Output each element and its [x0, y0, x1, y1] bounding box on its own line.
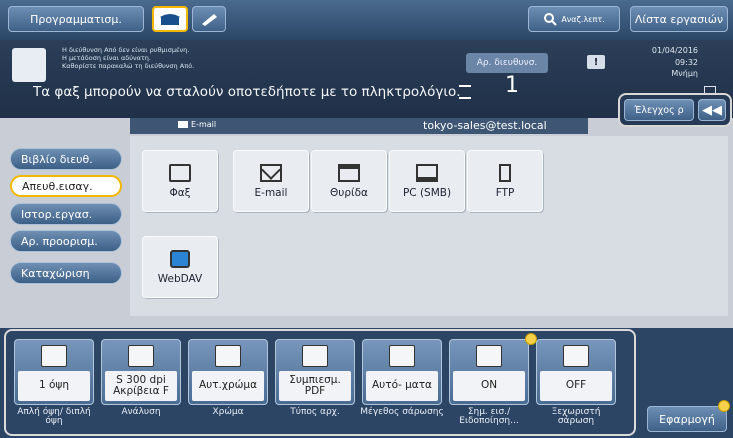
sidebar-item-direct-input[interactable]: Απευθ.εισαγ.	[10, 175, 122, 197]
fax-icon	[169, 163, 191, 182]
setting-value: Αυτό- ματα	[366, 371, 438, 401]
setting-value: Αυτ.χρώμα	[192, 371, 264, 401]
sidebar-item-register[interactable]: Καταχώριση	[10, 262, 122, 284]
setting-separate-scan[interactable]: OFF	[536, 339, 616, 405]
setting-caption: Ξεχωριστή σάρωση	[551, 407, 601, 427]
setting-resolution[interactable]: S 300 dpi Ακρίβεια F	[101, 339, 181, 405]
apply-button[interactable]: Εφαρμογή	[647, 406, 727, 432]
setting-value: S 300 dpi Ακρίβεια F	[105, 371, 177, 401]
search-icon	[544, 13, 558, 26]
check-settings-label: Έλεγχος ρ	[634, 104, 684, 116]
setting-caption: Τύπος αρχ.	[290, 407, 340, 417]
tile-user-box[interactable]: Θυρίδα	[311, 150, 387, 212]
quick-settings-group: 1 όψη Απλή όψη/ διπλή όψη S 300 dpi Ακρί…	[4, 329, 636, 436]
envelope-icon	[260, 163, 282, 182]
address-search-button[interactable]: Αναζ.λεπτ.	[528, 6, 620, 32]
job-list-label: Λίστα εργασιών	[634, 12, 724, 26]
tile-email[interactable]: E-mail	[233, 150, 309, 212]
setting-color[interactable]: Αυτ.χρώμα	[188, 339, 268, 405]
memory-label: Μνήμη	[671, 69, 698, 78]
simplex-icon	[41, 345, 67, 367]
separate-scan-icon	[563, 345, 589, 367]
destination-type-panel: Φαξ E-mail Θυρίδα PC (SMB) FTP WebDAV	[130, 136, 728, 316]
sidebar-item-label: Απευθ.εισαγ.	[22, 179, 93, 193]
pdf-icon	[302, 345, 328, 367]
message-line-3: Καθορίστε παρακαλώ τη διεύθυνση Από.	[62, 62, 195, 70]
setting-caption: Ανάλυση	[121, 407, 161, 417]
date-display: 01/04/2016	[651, 46, 698, 55]
tile-webdav[interactable]: WebDAV	[142, 236, 218, 298]
setting-value: Συμπιεσμ. PDF	[279, 371, 351, 401]
collapse-panel-button[interactable]: ◀◀	[698, 99, 726, 121]
webdav-icon	[170, 249, 190, 268]
apply-label: Εφαρμογή	[659, 412, 715, 426]
ftp-server-icon	[499, 163, 511, 182]
handset-icon	[202, 14, 217, 26]
fax-mode-button[interactable]	[152, 6, 188, 32]
setting-caption: Σημ. εισ./ Ειδοποίηση...	[459, 407, 519, 427]
setting-caption: Χρώμα	[212, 407, 244, 417]
envelope-icon	[178, 121, 188, 128]
check-settings-button[interactable]: Έλεγχος ρ	[624, 99, 694, 121]
sidebar-item-label: Αρ. προορισμ.	[21, 234, 98, 248]
tile-label: PC (SMB)	[402, 186, 452, 199]
destination-type-label: E-mail	[191, 120, 217, 129]
sidebar-item-destination-number[interactable]: Αρ. προορισμ.	[10, 230, 122, 252]
main-message: Τα φαξ μπορούν να σταλούν οποτεδήποτε με…	[33, 84, 461, 100]
destination-address: tokyo-sales@test.local	[423, 119, 547, 132]
check-settings-group: Έλεγχος ρ ◀◀	[618, 93, 732, 127]
tile-pc-smb[interactable]: PC (SMB)	[389, 150, 465, 212]
tile-label: WebDAV	[157, 272, 203, 285]
box-icon	[338, 163, 360, 182]
setting-caption: Μέγεθος σάρωσης	[360, 407, 444, 417]
tile-label: FTP	[495, 186, 515, 199]
destination-bar[interactable]: E-mail tokyo-sales@test.local	[130, 118, 588, 134]
tile-label: E-mail	[254, 186, 288, 199]
setting-value: ON	[453, 371, 525, 401]
programming-button[interactable]: Προγραμματισμ.	[8, 6, 144, 32]
notification-mail-icon	[476, 345, 502, 367]
info-icon[interactable]: !	[587, 55, 605, 69]
sidebar-item-label: Ιστορ.εργασ.	[21, 207, 93, 221]
telephone-icon	[160, 14, 180, 25]
tile-fax[interactable]: Φαξ	[142, 150, 218, 212]
keypad-icon	[459, 85, 471, 99]
destination-count: 1	[505, 73, 519, 98]
setting-value: OFF	[540, 371, 612, 401]
programming-label: Προγραμματισμ.	[30, 12, 122, 26]
time-display: 09:32	[674, 58, 698, 67]
sidebar-item-address-book[interactable]: Βιβλίο διευθ.	[10, 148, 122, 170]
address-search-label: Αναζ.λεπτ.	[561, 14, 605, 24]
quick-settings-bar: 1 όψη Απλή όψη/ διπλή όψη S 300 dpi Ακρί…	[0, 328, 733, 438]
sidebar-item-label: Καταχώριση	[21, 266, 90, 280]
top-bar: Προγραμματισμ. Αναζ.λεπτ. Λίστα εργασιών	[0, 0, 733, 40]
setting-simplex-duplex[interactable]: 1 όψη	[14, 339, 94, 405]
destination-type: E-mail	[178, 120, 216, 129]
message-line-2: Η μετάδοση είναι αδύνατη.	[62, 54, 151, 62]
setting-caption: Απλή όψη/ διπλή όψη	[17, 407, 91, 427]
setting-notification[interactable]: ON	[449, 339, 529, 405]
setting-value: 1 όψη	[18, 371, 90, 401]
message-line-1: Η διεύθυνση Από δεν είναι ρυθμισμένη.	[62, 46, 190, 54]
double-chevron-left-icon: ◀◀	[702, 102, 722, 118]
tile-label: Θυρίδα	[330, 186, 368, 199]
pc-icon	[416, 163, 438, 182]
phone-mode-button[interactable]	[192, 6, 226, 32]
setting-file-type[interactable]: Συμπιεσμ. PDF	[275, 339, 355, 405]
setting-scan-size[interactable]: Αυτό- ματα	[362, 339, 442, 405]
color-icon	[215, 345, 241, 367]
tile-label: Φαξ	[169, 186, 191, 199]
job-list-button[interactable]: Λίστα εργασιών	[630, 6, 728, 32]
page-icon	[389, 345, 415, 367]
main-area: E-mail tokyo-sales@test.local Βιβλίο διε…	[0, 118, 733, 328]
destination-count-label: Αρ. διευθυνσ.	[466, 53, 548, 73]
sidebar-item-label: Βιβλίο διευθ.	[21, 152, 93, 166]
document-warning-icon	[12, 48, 46, 82]
status-dot-icon	[718, 400, 730, 412]
resolution-icon	[128, 345, 154, 367]
sidebar-item-job-history[interactable]: Ιστορ.εργασ.	[10, 203, 122, 225]
tile-ftp[interactable]: FTP	[467, 150, 543, 212]
